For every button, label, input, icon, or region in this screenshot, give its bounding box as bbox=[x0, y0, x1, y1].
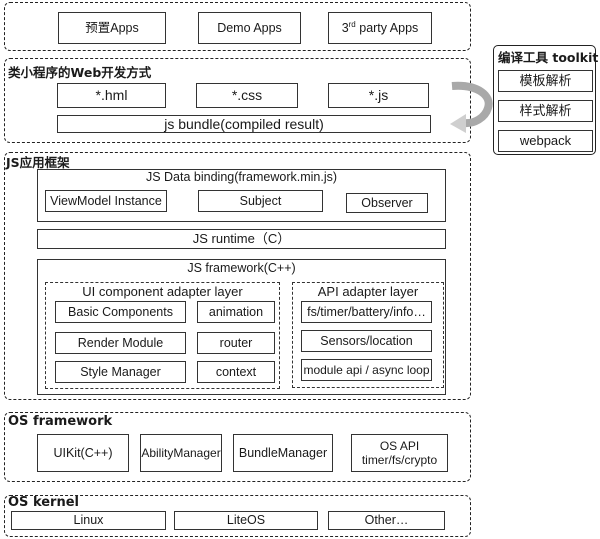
preset-apps-label: 预置Apps bbox=[85, 20, 139, 35]
js-file-box: *.js bbox=[328, 83, 429, 108]
demo-apps-label: Demo Apps bbox=[217, 20, 282, 35]
os-kernel-title: OS kernel bbox=[8, 495, 79, 510]
toolkit-webpack: webpack bbox=[498, 130, 593, 152]
js-runtime-label: JS runtime（C） bbox=[192, 231, 291, 247]
subject-label: Subject bbox=[239, 193, 282, 208]
render-module-box: Render Module bbox=[55, 332, 186, 354]
basic-components-box: Basic Components bbox=[55, 301, 186, 323]
viewmodel-instance-box: ViewModel Instance bbox=[45, 190, 167, 212]
router-label: router bbox=[219, 335, 253, 350]
data-binding-title: JS Data binding(framework.min.js) bbox=[145, 170, 338, 184]
js-framework-cpp-title: JS framework(C++) bbox=[187, 261, 296, 275]
router-box: router bbox=[197, 332, 275, 354]
hml-file-label: *.hml bbox=[95, 87, 128, 104]
js-runtime-box: JS runtime（C） bbox=[37, 229, 446, 249]
preset-apps-box: 预置Apps bbox=[58, 12, 166, 44]
api-adapter-title: API adapter layer bbox=[317, 284, 419, 299]
third-party-apps-box: 3rd party Apps bbox=[328, 12, 432, 44]
toolkit-template-parse: 模板解析 bbox=[498, 70, 593, 92]
toolkit-style-parse: 样式解析 bbox=[498, 100, 593, 122]
os-api-sub-label: timer/fs/crypto bbox=[361, 453, 438, 467]
ability-manager-box: AbilityManager bbox=[140, 434, 222, 472]
module-api-label: module api / async loop bbox=[303, 362, 430, 377]
basic-components-label: Basic Components bbox=[68, 304, 173, 319]
toolkit-style-parse-label: 样式解析 bbox=[519, 103, 572, 119]
bundle-manager-label: BundleManager bbox=[238, 445, 328, 460]
viewmodel-instance-label: ViewModel Instance bbox=[50, 193, 162, 208]
os-framework-title: OS framework bbox=[8, 414, 113, 429]
demo-apps-box: Demo Apps bbox=[198, 12, 301, 44]
bundle-manager-box: BundleManager bbox=[233, 434, 333, 472]
web-dev-title: 类小程序的Web开发方式 bbox=[8, 65, 152, 80]
compile-cycle-arrow-icon bbox=[450, 81, 493, 133]
uikit-box: UIKit(C++) bbox=[37, 434, 129, 472]
sensors-location-box: Sensors/location bbox=[301, 330, 432, 352]
ui-adapter-title: UI component adapter layer bbox=[82, 284, 243, 299]
observer-label: Observer bbox=[361, 195, 413, 210]
linux-box: Linux bbox=[11, 511, 166, 530]
css-file-box: *.css bbox=[196, 83, 298, 108]
css-file-label: *.css bbox=[231, 87, 263, 104]
js-bundle-box: js bundle(compiled result) bbox=[57, 115, 431, 133]
liteos-box: LiteOS bbox=[174, 511, 318, 530]
style-manager-label: Style Manager bbox=[80, 364, 161, 379]
uikit-label: UIKit(C++) bbox=[53, 445, 113, 460]
style-manager-box: Style Manager bbox=[55, 361, 186, 383]
context-box: context bbox=[197, 361, 275, 383]
os-api-box: OS API timer/fs/crypto bbox=[351, 434, 448, 472]
fs-timer-battery-label: fs/timer/battery/info… bbox=[307, 304, 426, 319]
other-kernel-label: Other… bbox=[364, 513, 409, 527]
context-label: context bbox=[215, 364, 257, 379]
hml-file-box: *.hml bbox=[57, 83, 166, 108]
observer-box: Observer bbox=[346, 193, 428, 213]
ability-manager-label: AbilityManager bbox=[141, 445, 221, 460]
animation-label: animation bbox=[208, 304, 264, 319]
liteos-label: LiteOS bbox=[226, 513, 266, 527]
toolkit-template-parse-label: 模板解析 bbox=[519, 73, 572, 89]
os-api-label: OS API bbox=[379, 438, 420, 453]
js-bundle-label: js bundle(compiled result) bbox=[164, 115, 324, 132]
toolkit-title: 编译工具 toolkit bbox=[498, 50, 599, 65]
fs-timer-battery-box: fs/timer/battery/info… bbox=[301, 301, 432, 323]
animation-box: animation bbox=[197, 301, 275, 323]
linux-label: Linux bbox=[73, 513, 104, 527]
subject-box: Subject bbox=[198, 190, 323, 212]
module-api-box: module api / async loop bbox=[301, 359, 432, 381]
sensors-location-label: Sensors/location bbox=[320, 333, 413, 348]
toolkit-webpack-label: webpack bbox=[519, 133, 572, 149]
third-party-apps-label: 3rd party Apps bbox=[341, 19, 419, 36]
js-file-label: *.js bbox=[368, 87, 389, 104]
other-kernel-box: Other… bbox=[328, 511, 445, 530]
render-module-label: Render Module bbox=[77, 335, 164, 350]
